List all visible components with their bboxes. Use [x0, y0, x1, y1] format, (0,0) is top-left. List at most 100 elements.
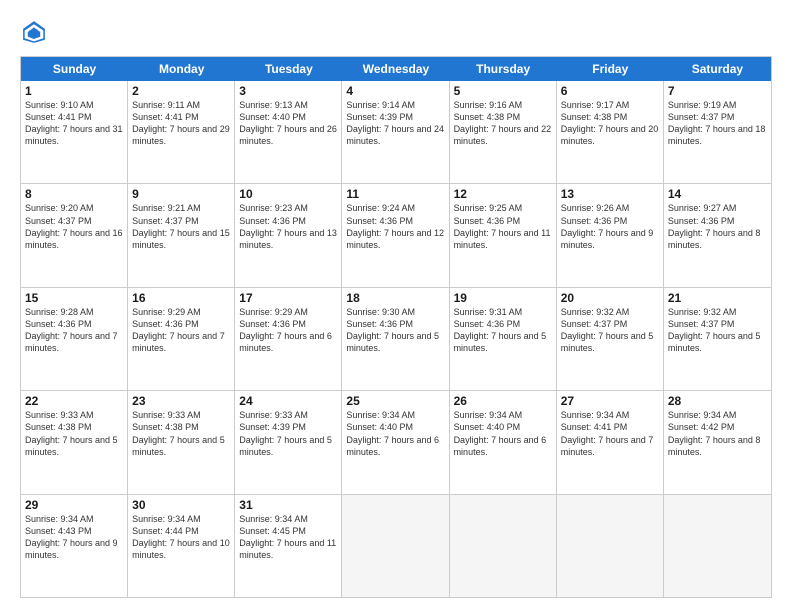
day-info: Sunrise: 9:32 AMSunset: 4:37 PMDaylight:…	[561, 307, 654, 353]
day-number: 16	[132, 291, 230, 305]
calendar-row-1: 1 Sunrise: 9:10 AMSunset: 4:41 PMDaylight…	[21, 81, 771, 184]
day-cell-25: 25Sunrise: 9:34 AMSunset: 4:40 PMDayligh…	[342, 391, 449, 493]
weekday-header-friday: Friday	[557, 57, 664, 81]
day-number: 6	[561, 84, 659, 98]
calendar-row-5: 29 Sunrise: 9:34 AMSunset: 4:43 PMDayligh…	[21, 495, 771, 597]
day-number: 1	[25, 84, 123, 98]
weekday-header-sunday: Sunday	[21, 57, 128, 81]
empty-cell	[664, 495, 771, 597]
day-info: Sunrise: 9:33 AMSunset: 4:38 PMDaylight:…	[25, 410, 118, 456]
day-number: 23	[132, 394, 230, 408]
day-number: 13	[561, 187, 659, 201]
day-info: Sunrise: 9:28 AMSunset: 4:36 PMDaylight:…	[25, 307, 118, 353]
header	[20, 18, 772, 46]
day-info: Sunrise: 9:31 AMSunset: 4:36 PMDaylight:…	[454, 307, 547, 353]
day-number: 19	[454, 291, 552, 305]
day-cell-29: 29 Sunrise: 9:34 AMSunset: 4:43 PMDayligh…	[21, 495, 128, 597]
weekday-header-thursday: Thursday	[450, 57, 557, 81]
day-number: 11	[346, 187, 444, 201]
day-cell-6: 6Sunrise: 9:17 AMSunset: 4:38 PMDaylight…	[557, 81, 664, 183]
day-cell-31: 31 Sunrise: 9:34 AMSunset: 4:45 PMDayligh…	[235, 495, 342, 597]
day-cell-13: 13 Sunrise: 9:26 AMSunset: 4:36 PMDayligh…	[557, 184, 664, 286]
day-number: 2	[132, 84, 230, 98]
day-info: Sunrise: 9:23 AMSunset: 4:36 PMDaylight:…	[239, 203, 337, 249]
day-number: 25	[346, 394, 444, 408]
day-cell-14: 14 Sunrise: 9:27 AMSunset: 4:36 PMDayligh…	[664, 184, 771, 286]
day-number: 29	[25, 498, 123, 512]
empty-cell	[342, 495, 449, 597]
weekday-header-wednesday: Wednesday	[342, 57, 449, 81]
day-info: Sunrise: 9:34 AMSunset: 4:41 PMDaylight:…	[561, 410, 654, 456]
day-info: Sunrise: 9:34 AMSunset: 4:40 PMDaylight:…	[454, 410, 547, 456]
day-cell-24: 24Sunrise: 9:33 AMSunset: 4:39 PMDayligh…	[235, 391, 342, 493]
day-cell-4: 4 Sunrise: 9:14 AMSunset: 4:39 PMDaylight…	[342, 81, 449, 183]
day-info: Sunrise: 9:34 AMSunset: 4:45 PMDaylight:…	[239, 514, 336, 560]
day-cell-7: 7 Sunrise: 9:19 AMSunset: 4:37 PMDaylight…	[664, 81, 771, 183]
day-cell-3: 3 Sunrise: 9:13 AMSunset: 4:40 PMDaylight…	[235, 81, 342, 183]
day-cell-19: 19 Sunrise: 9:31 AMSunset: 4:36 PMDayligh…	[450, 288, 557, 390]
day-info: Sunrise: 9:33 AMSunset: 4:39 PMDaylight:…	[239, 410, 332, 456]
day-number: 7	[668, 84, 767, 98]
logo-icon	[20, 18, 48, 46]
day-info: Sunrise: 9:32 AMSunset: 4:37 PMDaylight:…	[668, 307, 761, 353]
day-number: 20	[561, 291, 659, 305]
calendar-row-4: 22 Sunrise: 9:33 AMSunset: 4:38 PMDayligh…	[21, 391, 771, 494]
logo	[20, 18, 52, 46]
day-info: Sunrise: 9:34 AMSunset: 4:43 PMDaylight:…	[25, 514, 118, 560]
day-cell-28: 28 Sunrise: 9:34 AMSunset: 4:42 PMDayligh…	[664, 391, 771, 493]
day-cell-22: 22 Sunrise: 9:33 AMSunset: 4:38 PMDayligh…	[21, 391, 128, 493]
day-cell-20: 20 Sunrise: 9:32 AMSunset: 4:37 PMDayligh…	[557, 288, 664, 390]
day-number: 28	[668, 394, 767, 408]
day-number: 15	[25, 291, 123, 305]
day-info: Sunrise: 9:10 AMSunset: 4:41 PMDaylight:…	[25, 100, 123, 146]
day-info: Sunrise: 9:20 AMSunset: 4:37 PMDaylight:…	[25, 203, 123, 249]
day-info: Sunrise: 9:29 AMSunset: 4:36 PMDaylight:…	[239, 307, 332, 353]
day-info: Sunrise: 9:26 AMSunset: 4:36 PMDaylight:…	[561, 203, 654, 249]
day-number: 27	[561, 394, 659, 408]
day-info: Sunrise: 9:34 AMSunset: 4:44 PMDaylight:…	[132, 514, 230, 560]
day-info: Sunrise: 9:25 AMSunset: 4:36 PMDaylight:…	[454, 203, 551, 249]
day-cell-5: 5 Sunrise: 9:16 AMSunset: 4:38 PMDaylight…	[450, 81, 557, 183]
day-cell-10: 10Sunrise: 9:23 AMSunset: 4:36 PMDayligh…	[235, 184, 342, 286]
weekday-header-tuesday: Tuesday	[235, 57, 342, 81]
day-info: Sunrise: 9:34 AMSunset: 4:42 PMDaylight:…	[668, 410, 761, 456]
calendar-body: 1 Sunrise: 9:10 AMSunset: 4:41 PMDaylight…	[21, 81, 771, 597]
day-number: 21	[668, 291, 767, 305]
day-info: Sunrise: 9:11 AMSunset: 4:41 PMDaylight:…	[132, 100, 230, 146]
day-cell-12: 12 Sunrise: 9:25 AMSunset: 4:36 PMDayligh…	[450, 184, 557, 286]
day-number: 5	[454, 84, 552, 98]
day-number: 18	[346, 291, 444, 305]
empty-cell	[450, 495, 557, 597]
day-cell-9: 9 Sunrise: 9:21 AMSunset: 4:37 PMDaylight…	[128, 184, 235, 286]
day-cell-17: 17Sunrise: 9:29 AMSunset: 4:36 PMDayligh…	[235, 288, 342, 390]
page: SundayMondayTuesdayWednesdayThursdayFrid…	[0, 0, 792, 612]
day-info: Sunrise: 9:16 AMSunset: 4:38 PMDaylight:…	[454, 100, 552, 146]
day-info: Sunrise: 9:19 AMSunset: 4:37 PMDaylight:…	[668, 100, 766, 146]
day-info: Sunrise: 9:24 AMSunset: 4:36 PMDaylight:…	[346, 203, 444, 249]
calendar: SundayMondayTuesdayWednesdayThursdayFrid…	[20, 56, 772, 598]
calendar-header: SundayMondayTuesdayWednesdayThursdayFrid…	[21, 57, 771, 81]
day-info: Sunrise: 9:14 AMSunset: 4:39 PMDaylight:…	[346, 100, 444, 146]
day-info: Sunrise: 9:27 AMSunset: 4:36 PMDaylight:…	[668, 203, 761, 249]
weekday-header-monday: Monday	[128, 57, 235, 81]
day-info: Sunrise: 9:30 AMSunset: 4:36 PMDaylight:…	[346, 307, 439, 353]
day-cell-30: 30Sunrise: 9:34 AMSunset: 4:44 PMDayligh…	[128, 495, 235, 597]
day-cell-15: 15 Sunrise: 9:28 AMSunset: 4:36 PMDayligh…	[21, 288, 128, 390]
day-number: 22	[25, 394, 123, 408]
day-number: 31	[239, 498, 337, 512]
day-number: 8	[25, 187, 123, 201]
day-number: 4	[346, 84, 444, 98]
day-info: Sunrise: 9:21 AMSunset: 4:37 PMDaylight:…	[132, 203, 230, 249]
day-number: 9	[132, 187, 230, 201]
day-info: Sunrise: 9:13 AMSunset: 4:40 PMDaylight:…	[239, 100, 337, 146]
day-cell-8: 8 Sunrise: 9:20 AMSunset: 4:37 PMDaylight…	[21, 184, 128, 286]
day-number: 3	[239, 84, 337, 98]
day-number: 14	[668, 187, 767, 201]
day-cell-27: 27 Sunrise: 9:34 AMSunset: 4:41 PMDayligh…	[557, 391, 664, 493]
day-cell-23: 23Sunrise: 9:33 AMSunset: 4:38 PMDayligh…	[128, 391, 235, 493]
calendar-row-3: 15 Sunrise: 9:28 AMSunset: 4:36 PMDayligh…	[21, 288, 771, 391]
day-number: 26	[454, 394, 552, 408]
day-number: 12	[454, 187, 552, 201]
day-cell-11: 11 Sunrise: 9:24 AMSunset: 4:36 PMDayligh…	[342, 184, 449, 286]
day-cell-1: 1 Sunrise: 9:10 AMSunset: 4:41 PMDaylight…	[21, 81, 128, 183]
